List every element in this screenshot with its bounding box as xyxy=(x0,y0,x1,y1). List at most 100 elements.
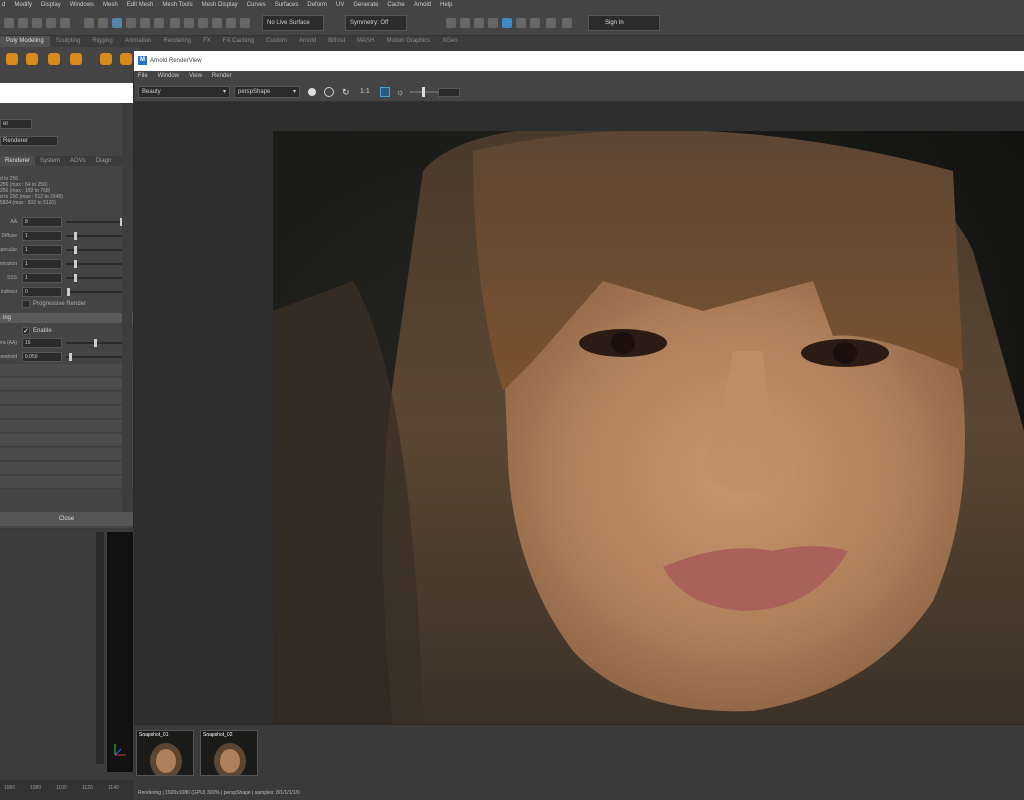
rotate-tool-icon[interactable] xyxy=(140,18,150,28)
poly-cone-icon[interactable] xyxy=(6,53,18,65)
exposure-slider-handle[interactable] xyxy=(422,87,425,97)
renderer-dropdown[interactable]: Renderer xyxy=(0,136,58,146)
param-slider-handle[interactable] xyxy=(73,274,77,282)
menu-item[interactable]: Deform xyxy=(307,2,327,8)
save-scene-icon[interactable] xyxy=(32,18,42,28)
menu-item[interactable]: Mesh Display xyxy=(202,2,238,8)
time-slider[interactable]: 1060 1080 1100 1120 1140 xyxy=(0,780,134,800)
param-field[interactable]: 0.050 xyxy=(22,352,62,362)
collapsed-section[interactable] xyxy=(0,462,133,475)
sign-in-button[interactable]: Sign In xyxy=(588,15,660,31)
select-tool-icon[interactable] xyxy=(84,18,94,28)
menu-item[interactable]: Display xyxy=(41,2,61,8)
aov-dropdown[interactable]: Beauty ▾ xyxy=(138,86,230,98)
light-editor-icon[interactable] xyxy=(516,18,526,28)
collapsed-section[interactable] xyxy=(0,364,133,377)
history-icon[interactable] xyxy=(240,18,250,28)
settings-tab[interactable]: AOVs xyxy=(65,156,91,166)
undo-icon[interactable] xyxy=(46,18,56,28)
menu-item[interactable]: Modify xyxy=(14,2,32,8)
collapsed-section[interactable] xyxy=(0,406,133,419)
menu-item[interactable]: Generate xyxy=(353,2,378,8)
camera-dropdown[interactable]: perspShape ▾ xyxy=(234,86,300,98)
lasso-tool-icon[interactable] xyxy=(98,18,108,28)
hypershade-icon[interactable] xyxy=(488,18,498,28)
shelf-tab[interactable]: Poly Modeling xyxy=(0,36,50,47)
scale-tool-icon[interactable] xyxy=(154,18,164,28)
menu-item[interactable]: Mesh Tools xyxy=(162,2,192,8)
sparkle-icon[interactable] xyxy=(546,18,556,28)
snap-view-icon[interactable] xyxy=(212,18,222,28)
poly-sphere-icon[interactable] xyxy=(100,53,112,65)
shelf-tab[interactable]: FX xyxy=(197,36,217,47)
collapsed-section[interactable] xyxy=(0,476,133,489)
settings-tab[interactable]: System xyxy=(35,156,65,166)
snap-curve-icon[interactable] xyxy=(184,18,194,28)
render-start-icon[interactable] xyxy=(308,88,316,96)
param-field[interactable]: 16 xyxy=(22,338,62,348)
collapsed-section[interactable] xyxy=(0,448,133,461)
new-scene-icon[interactable] xyxy=(4,18,14,28)
renderview-menu-item[interactable]: File xyxy=(138,71,148,82)
poly-plane-icon[interactable] xyxy=(48,53,60,65)
collapsed-section[interactable] xyxy=(0,392,133,405)
menu-item[interactable]: Arnold xyxy=(414,2,431,8)
exposure-value-field[interactable] xyxy=(438,88,460,97)
param-slider-handle[interactable] xyxy=(69,353,73,361)
menu-item[interactable]: Windows xyxy=(70,2,94,8)
script-editor-icon[interactable] xyxy=(562,18,572,28)
shelf-tab[interactable]: Rendering xyxy=(157,36,197,47)
paint-select-icon[interactable] xyxy=(112,18,122,28)
param-slider-handle[interactable] xyxy=(73,260,77,268)
shelf-tab[interactable]: Sculpting xyxy=(50,36,87,47)
shelf-tab[interactable]: Arnold xyxy=(293,36,322,47)
open-scene-icon[interactable] xyxy=(18,18,28,28)
param-field[interactable]: 8 xyxy=(22,217,62,227)
crop-region-icon[interactable] xyxy=(380,87,390,97)
snapshot-thumb[interactable]: Snapshot_01 xyxy=(136,730,194,776)
snap-point-icon[interactable] xyxy=(198,18,208,28)
shelf-tab[interactable]: Bifrost xyxy=(322,36,351,47)
param-slider-handle[interactable] xyxy=(67,288,71,296)
refresh-icon[interactable]: ↻ xyxy=(342,87,352,97)
param-field[interactable]: 1 xyxy=(22,231,62,241)
close-button[interactable]: Close xyxy=(0,512,133,526)
param-slider-handle[interactable] xyxy=(73,246,77,254)
shelf-tab[interactable]: XGen xyxy=(436,36,463,47)
enable-checkbox[interactable]: ✓ xyxy=(22,327,30,335)
menu-item[interactable]: Edit Mesh xyxy=(127,2,154,8)
param-field[interactable]: 0 xyxy=(22,287,62,297)
settings-scrollbar[interactable] xyxy=(122,103,132,513)
ipr-render-icon[interactable] xyxy=(460,18,470,28)
menu-item[interactable]: Surfaces xyxy=(275,2,299,8)
poly-superellipse-icon[interactable] xyxy=(120,53,132,65)
collapsed-section[interactable] xyxy=(0,420,133,433)
param-slider-handle[interactable] xyxy=(73,232,77,240)
menu-item[interactable]: Cache xyxy=(387,2,404,8)
settings-tab[interactable]: Diagn xyxy=(91,156,117,166)
progressive-render-checkbox[interactable] xyxy=(22,300,30,308)
snap-grid-icon[interactable] xyxy=(170,18,180,28)
renderview-menu-item[interactable]: Window xyxy=(158,71,179,82)
param-field[interactable]: 1 xyxy=(22,245,62,255)
adaptive-sampling-header[interactable]: ing xyxy=(0,313,133,323)
shelf-tab[interactable]: FX Caching xyxy=(217,36,260,47)
param-slider-handle[interactable] xyxy=(94,339,98,347)
menu-item[interactable]: Help xyxy=(440,2,452,8)
collapsed-section[interactable] xyxy=(0,434,133,447)
shelf-tab[interactable]: MASH xyxy=(351,36,380,47)
ratio-button[interactable]: 1:1 xyxy=(360,87,370,97)
snap-surface-icon[interactable] xyxy=(226,18,236,28)
outliner-scrollbar[interactable] xyxy=(96,532,104,764)
renderview-menu-item[interactable]: Render xyxy=(212,71,232,82)
redo-icon[interactable] xyxy=(60,18,70,28)
poly-disc-icon[interactable] xyxy=(70,53,82,65)
move-tool-icon[interactable] xyxy=(126,18,136,28)
shelf-tab[interactable]: Motion Graphics xyxy=(381,36,437,47)
live-surface-dropdown[interactable]: No Live Surface xyxy=(262,15,324,31)
render-using-dropdown[interactable]: er xyxy=(0,119,32,129)
camera-icon[interactable] xyxy=(530,18,540,28)
render-frame-icon[interactable] xyxy=(446,18,456,28)
menu-item[interactable]: d xyxy=(2,2,5,8)
menu-item[interactable]: Mesh xyxy=(103,2,118,8)
